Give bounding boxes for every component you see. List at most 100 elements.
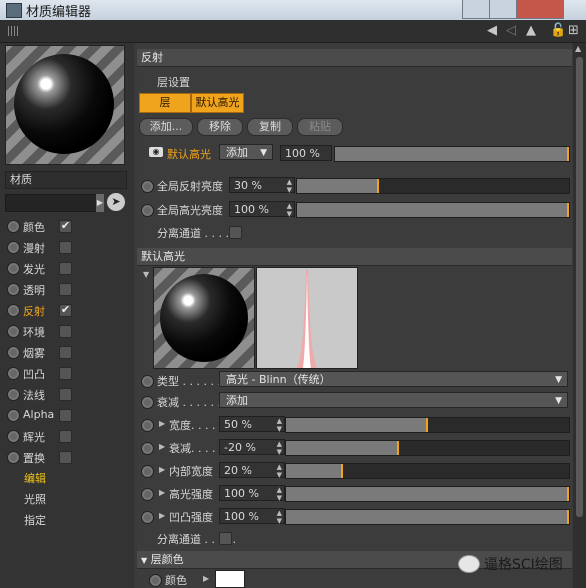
layer-color-swatch[interactable] (215, 570, 245, 588)
inner-width-radio[interactable] (141, 465, 154, 478)
global-reflect-slider[interactable] (296, 178, 570, 194)
channel-checkbox[interactable] (59, 388, 72, 401)
spinner-icon[interactable]: ▲ ▼ (277, 486, 282, 502)
scrollbar-thumb[interactable] (576, 57, 583, 517)
falloff-dropdown[interactable]: 添加 ▼ (219, 392, 568, 408)
channel-checkbox[interactable] (59, 325, 72, 338)
channel-diffusion[interactable]: 漫射 (5, 237, 125, 257)
falloff-param-slider[interactable] (285, 440, 570, 456)
bump-strength-slider[interactable] (285, 509, 570, 525)
minimize-button[interactable] (462, 0, 490, 19)
slider-handle[interactable] (376, 179, 379, 193)
remove-layer-button[interactable]: 移除 (197, 118, 243, 136)
specular-strength-slider[interactable] (285, 486, 570, 502)
specular-strength-radio[interactable] (141, 488, 154, 501)
layer-opacity-slider[interactable] (334, 146, 570, 162)
channel-fog[interactable]: 烟雾 (5, 342, 125, 362)
nav-edit[interactable]: 编辑 (24, 470, 46, 486)
global-reflect-field[interactable]: 30 % ▲ ▼ (229, 177, 295, 194)
slider-handle[interactable] (567, 147, 569, 161)
channel-filter-input[interactable] (5, 194, 97, 212)
width-slider[interactable] (285, 417, 570, 433)
channel-checkbox[interactable]: ✔ (59, 220, 72, 233)
inner-width-field[interactable]: 20 % ▲ ▼ (219, 462, 285, 479)
channel-luminance[interactable]: 发光 (5, 258, 125, 278)
type-dropdown[interactable]: 高光 - Blinn（传统） ▼ (219, 371, 568, 387)
slider-handle[interactable] (340, 464, 343, 478)
channel-transparency[interactable]: 透明 (5, 279, 125, 299)
channel-checkbox[interactable] (59, 409, 72, 422)
channel-glow[interactable]: 辉光 (5, 426, 125, 446)
section-default-specular-header[interactable]: 默认高光 (137, 248, 572, 266)
back-arrow-icon[interactable]: ◀ (487, 23, 497, 38)
slider-handle[interactable] (567, 203, 569, 217)
up-arrow-icon[interactable]: ▲ (526, 23, 536, 38)
channel-checkbox[interactable] (59, 283, 72, 296)
channel-alpha[interactable]: Alpha (5, 405, 125, 425)
channel-checkbox[interactable] (59, 241, 72, 254)
spinner-icon[interactable]: ▲ ▼ (277, 463, 282, 479)
channel-environment[interactable]: 环境 (5, 321, 125, 341)
copy-layer-button[interactable]: 复制 (247, 118, 293, 136)
falloff-param-radio[interactable] (141, 442, 154, 455)
channel-radio[interactable] (7, 451, 20, 464)
expand-triangle-icon[interactable]: ▶ (159, 465, 165, 474)
spinner-icon[interactable]: ▲ ▼ (277, 417, 282, 433)
slider-handle[interactable] (425, 418, 428, 432)
channel-radio[interactable] (7, 262, 20, 275)
channel-checkbox[interactable]: ✔ (59, 304, 72, 317)
close-button[interactable] (516, 0, 564, 19)
expand-triangle-icon[interactable]: ▶ (159, 488, 165, 497)
channel-normal[interactable]: 法线 (5, 384, 125, 404)
scroll-up-icon[interactable]: ▲ (575, 44, 581, 53)
channel-radio[interactable] (7, 409, 20, 422)
paste-layer-button[interactable]: 粘贴 (297, 118, 343, 136)
channel-radio[interactable] (7, 430, 20, 443)
pointer-icon[interactable]: ➤ (107, 193, 125, 211)
bump-strength-radio[interactable] (141, 511, 154, 524)
channel-checkbox[interactable] (59, 346, 72, 359)
separate-pass-checkbox[interactable] (229, 226, 242, 239)
specular-strength-field[interactable]: 100 % ▲ ▼ (219, 485, 285, 502)
layer-preview[interactable] (153, 267, 255, 369)
channel-checkbox[interactable] (59, 262, 72, 275)
nav-illumination[interactable]: 光照 (24, 491, 46, 507)
spinner-icon[interactable]: ▲ ▼ (277, 509, 282, 525)
layer-blend-mode-dropdown[interactable]: 添加 ▼ (219, 144, 273, 160)
expand-triangle-icon[interactable]: ▶ (203, 574, 209, 583)
channel-reflectance[interactable]: 反射 ✔ (5, 300, 125, 320)
slider-handle[interactable] (397, 441, 400, 455)
global-spec-radio[interactable] (141, 204, 154, 217)
section-reflectance-header[interactable]: 反射 (137, 49, 572, 67)
material-name-field[interactable]: 材质 (5, 171, 127, 189)
global-spec-slider[interactable] (296, 202, 570, 218)
expand-triangle-icon[interactable]: ▶ (159, 511, 165, 520)
channel-radio[interactable] (7, 241, 20, 254)
eye-icon[interactable]: ◉ (149, 147, 163, 157)
add-layer-button[interactable]: 添加... (139, 118, 193, 136)
inner-width-slider[interactable] (285, 463, 570, 479)
channel-displacement[interactable]: 置换 (5, 447, 125, 467)
new-panel-icon[interactable]: ⊞ (568, 23, 579, 38)
channel-radio[interactable] (7, 346, 20, 359)
spinner-icon[interactable]: ▲ ▼ (287, 202, 292, 218)
channel-radio[interactable] (7, 220, 20, 233)
channel-checkbox[interactable] (59, 430, 72, 443)
global-spec-field[interactable]: 100 % ▲ ▼ (229, 201, 295, 218)
layer-name[interactable]: 默认高光 (167, 146, 211, 162)
channel-bump[interactable]: 凹凸 (5, 363, 125, 383)
maximize-button[interactable] (489, 0, 517, 19)
bump-strength-field[interactable]: 100 % ▲ ▼ (219, 508, 285, 525)
channel-radio[interactable] (7, 283, 20, 296)
spinner-icon[interactable]: ▲ ▼ (277, 440, 282, 456)
falloff-radio[interactable] (141, 396, 154, 409)
channel-checkbox[interactable] (59, 367, 72, 380)
vertical-scrollbar[interactable]: ▲ (573, 43, 586, 588)
type-radio[interactable] (141, 375, 154, 388)
separate-pass-checkbox-2[interactable] (219, 532, 232, 545)
slider-handle[interactable] (567, 487, 569, 501)
slider-handle[interactable] (567, 510, 569, 524)
spinner-icon[interactable]: ▲ ▼ (287, 178, 292, 194)
layer-color-radio[interactable] (149, 574, 162, 587)
nav-assign[interactable]: 指定 (24, 512, 46, 528)
